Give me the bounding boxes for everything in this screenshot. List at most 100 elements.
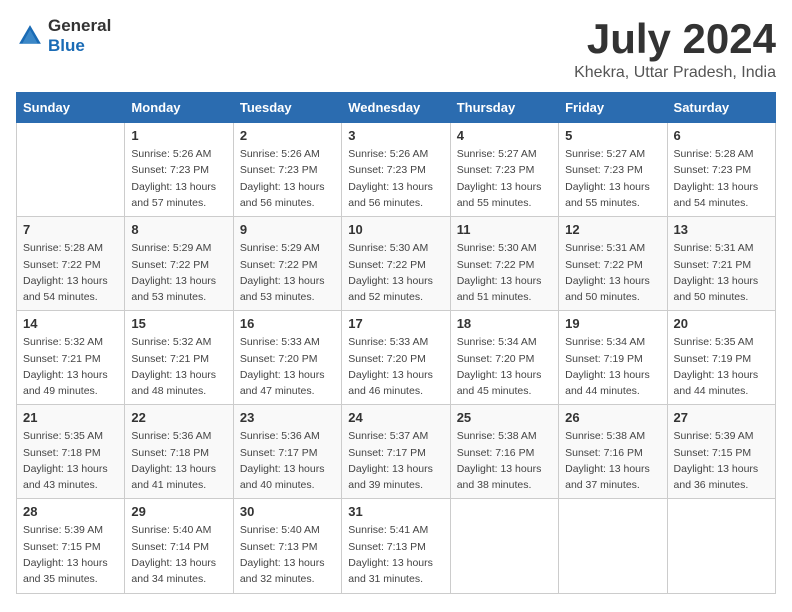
header: General Blue July 2024 Khekra, Uttar Pra… xyxy=(16,16,776,82)
day-number: 20 xyxy=(674,316,769,331)
calendar-cell: 12Sunrise: 5:31 AM Sunset: 7:22 PM Dayli… xyxy=(559,217,667,311)
calendar-cell: 7Sunrise: 5:28 AM Sunset: 7:22 PM Daylig… xyxy=(17,217,125,311)
day-number: 13 xyxy=(674,222,769,237)
weekday-header-thursday: Thursday xyxy=(450,93,558,123)
calendar-cell: 17 Sunrise: 5:33 AM Sunset: 7:20 PM Dayli… xyxy=(342,311,450,405)
day-number: 17 xyxy=(348,316,443,331)
calendar-cell: 15 Sunrise: 5:32 AM Sunset: 7:21 PM Dayli… xyxy=(125,311,233,405)
calendar-week-row: 1 Sunrise: 5:26 AM Sunset: 7:23 PM Daylig… xyxy=(17,123,776,217)
calendar-cell: 24 Sunrise: 5:37 AM Sunset: 7:17 PM Dayli… xyxy=(342,405,450,499)
title-section: July 2024 Khekra, Uttar Pradesh, India xyxy=(574,16,776,82)
calendar-cell: 2 Sunrise: 5:26 AM Sunset: 7:23 PM Daylig… xyxy=(233,123,341,217)
calendar-cell: 10Sunrise: 5:30 AM Sunset: 7:22 PM Dayli… xyxy=(342,217,450,311)
day-number: 8 xyxy=(131,222,226,237)
calendar-cell: 8 Sunrise: 5:29 AM Sunset: 7:22 PM Daylig… xyxy=(125,217,233,311)
cell-detail: Sunrise: 5:31 AM Sunset: 7:21 PM Dayligh… xyxy=(674,240,769,305)
cell-detail: Sunrise: 5:40 AM Sunset: 7:14 PM Dayligh… xyxy=(131,522,226,587)
cell-detail: Sunrise: 5:41 AM Sunset: 7:13 PM Dayligh… xyxy=(348,522,443,587)
weekday-header-tuesday: Tuesday xyxy=(233,93,341,123)
cell-detail: Sunrise: 5:39 AM Sunset: 7:15 PM Dayligh… xyxy=(674,428,769,493)
calendar-cell: 21 Sunrise: 5:35 AM Sunset: 7:18 PM Dayli… xyxy=(17,405,125,499)
cell-detail: Sunrise: 5:40 AM Sunset: 7:13 PM Dayligh… xyxy=(240,522,335,587)
calendar-cell: 18 Sunrise: 5:34 AM Sunset: 7:20 PM Dayli… xyxy=(450,311,558,405)
calendar-table: SundayMondayTuesdayWednesdayThursdayFrid… xyxy=(16,92,776,593)
cell-detail: Sunrise: 5:32 AM Sunset: 7:21 PM Dayligh… xyxy=(23,334,118,399)
calendar-week-row: 7Sunrise: 5:28 AM Sunset: 7:22 PM Daylig… xyxy=(17,217,776,311)
logo-blue: Blue xyxy=(48,36,85,55)
day-number: 27 xyxy=(674,410,769,425)
cell-detail: Sunrise: 5:27 AM Sunset: 7:23 PM Dayligh… xyxy=(457,146,552,211)
calendar-cell: 27 Sunrise: 5:39 AM Sunset: 7:15 PM Dayli… xyxy=(667,405,775,499)
day-number: 26 xyxy=(565,410,660,425)
day-number: 9 xyxy=(240,222,335,237)
calendar-cell: 23 Sunrise: 5:36 AM Sunset: 7:17 PM Dayli… xyxy=(233,405,341,499)
day-number: 24 xyxy=(348,410,443,425)
day-number: 7 xyxy=(23,222,118,237)
calendar-cell: 25Sunrise: 5:38 AM Sunset: 7:16 PM Dayli… xyxy=(450,405,558,499)
logo: General Blue xyxy=(16,16,111,56)
day-number: 4 xyxy=(457,128,552,143)
day-number: 31 xyxy=(348,504,443,519)
day-number: 10 xyxy=(348,222,443,237)
calendar-cell: 13 Sunrise: 5:31 AM Sunset: 7:21 PM Dayli… xyxy=(667,217,775,311)
cell-detail: Sunrise: 5:34 AM Sunset: 7:20 PM Dayligh… xyxy=(457,334,552,399)
calendar-cell: 19 Sunrise: 5:34 AM Sunset: 7:19 PM Dayli… xyxy=(559,311,667,405)
calendar-cell xyxy=(667,499,775,593)
cell-detail: Sunrise: 5:29 AM Sunset: 7:22 PM Dayligh… xyxy=(240,240,335,305)
cell-detail: Sunrise: 5:37 AM Sunset: 7:17 PM Dayligh… xyxy=(348,428,443,493)
logo-text: General Blue xyxy=(48,16,111,56)
day-number: 25 xyxy=(457,410,552,425)
day-number: 21 xyxy=(23,410,118,425)
calendar-cell: 26 Sunrise: 5:38 AM Sunset: 7:16 PM Dayli… xyxy=(559,405,667,499)
weekday-header-row: SundayMondayTuesdayWednesdayThursdayFrid… xyxy=(17,93,776,123)
cell-detail: Sunrise: 5:29 AM Sunset: 7:22 PM Dayligh… xyxy=(131,240,226,305)
main-title: July 2024 xyxy=(574,16,776,62)
day-number: 18 xyxy=(457,316,552,331)
cell-detail: Sunrise: 5:30 AM Sunset: 7:22 PM Dayligh… xyxy=(457,240,552,305)
day-number: 19 xyxy=(565,316,660,331)
day-number: 6 xyxy=(674,128,769,143)
day-number: 2 xyxy=(240,128,335,143)
calendar-cell xyxy=(450,499,558,593)
calendar-week-row: 14 Sunrise: 5:32 AM Sunset: 7:21 PM Dayli… xyxy=(17,311,776,405)
calendar-cell: 14 Sunrise: 5:32 AM Sunset: 7:21 PM Dayli… xyxy=(17,311,125,405)
day-number: 1 xyxy=(131,128,226,143)
calendar-cell: 5Sunrise: 5:27 AM Sunset: 7:23 PM Daylig… xyxy=(559,123,667,217)
cell-detail: Sunrise: 5:32 AM Sunset: 7:21 PM Dayligh… xyxy=(131,334,226,399)
cell-detail: Sunrise: 5:26 AM Sunset: 7:23 PM Dayligh… xyxy=(348,146,443,211)
calendar-cell: 6 Sunrise: 5:28 AM Sunset: 7:23 PM Daylig… xyxy=(667,123,775,217)
weekday-header-monday: Monday xyxy=(125,93,233,123)
day-number: 14 xyxy=(23,316,118,331)
cell-detail: Sunrise: 5:36 AM Sunset: 7:17 PM Dayligh… xyxy=(240,428,335,493)
cell-detail: Sunrise: 5:33 AM Sunset: 7:20 PM Dayligh… xyxy=(348,334,443,399)
calendar-cell: 28Sunrise: 5:39 AM Sunset: 7:15 PM Dayli… xyxy=(17,499,125,593)
cell-detail: Sunrise: 5:28 AM Sunset: 7:23 PM Dayligh… xyxy=(674,146,769,211)
calendar-cell: 11 Sunrise: 5:30 AM Sunset: 7:22 PM Dayli… xyxy=(450,217,558,311)
day-number: 11 xyxy=(457,222,552,237)
calendar-week-row: 21 Sunrise: 5:35 AM Sunset: 7:18 PM Dayli… xyxy=(17,405,776,499)
cell-detail: Sunrise: 5:33 AM Sunset: 7:20 PM Dayligh… xyxy=(240,334,335,399)
cell-detail: Sunrise: 5:27 AM Sunset: 7:23 PM Dayligh… xyxy=(565,146,660,211)
weekday-header-friday: Friday xyxy=(559,93,667,123)
day-number: 15 xyxy=(131,316,226,331)
day-number: 16 xyxy=(240,316,335,331)
day-number: 22 xyxy=(131,410,226,425)
weekday-header-sunday: Sunday xyxy=(17,93,125,123)
cell-detail: Sunrise: 5:31 AM Sunset: 7:22 PM Dayligh… xyxy=(565,240,660,305)
day-number: 29 xyxy=(131,504,226,519)
cell-detail: Sunrise: 5:34 AM Sunset: 7:19 PM Dayligh… xyxy=(565,334,660,399)
calendar-cell xyxy=(17,123,125,217)
cell-detail: Sunrise: 5:36 AM Sunset: 7:18 PM Dayligh… xyxy=(131,428,226,493)
calendar-cell: 29 Sunrise: 5:40 AM Sunset: 7:14 PM Dayli… xyxy=(125,499,233,593)
day-number: 30 xyxy=(240,504,335,519)
day-number: 3 xyxy=(348,128,443,143)
day-number: 23 xyxy=(240,410,335,425)
cell-detail: Sunrise: 5:26 AM Sunset: 7:23 PM Dayligh… xyxy=(240,146,335,211)
calendar-cell: 4 Sunrise: 5:27 AM Sunset: 7:23 PM Daylig… xyxy=(450,123,558,217)
calendar-cell: 31 Sunrise: 5:41 AM Sunset: 7:13 PM Dayli… xyxy=(342,499,450,593)
cell-detail: Sunrise: 5:35 AM Sunset: 7:18 PM Dayligh… xyxy=(23,428,118,493)
calendar-week-row: 28Sunrise: 5:39 AM Sunset: 7:15 PM Dayli… xyxy=(17,499,776,593)
weekday-header-wednesday: Wednesday xyxy=(342,93,450,123)
cell-detail: Sunrise: 5:35 AM Sunset: 7:19 PM Dayligh… xyxy=(674,334,769,399)
cell-detail: Sunrise: 5:38 AM Sunset: 7:16 PM Dayligh… xyxy=(565,428,660,493)
